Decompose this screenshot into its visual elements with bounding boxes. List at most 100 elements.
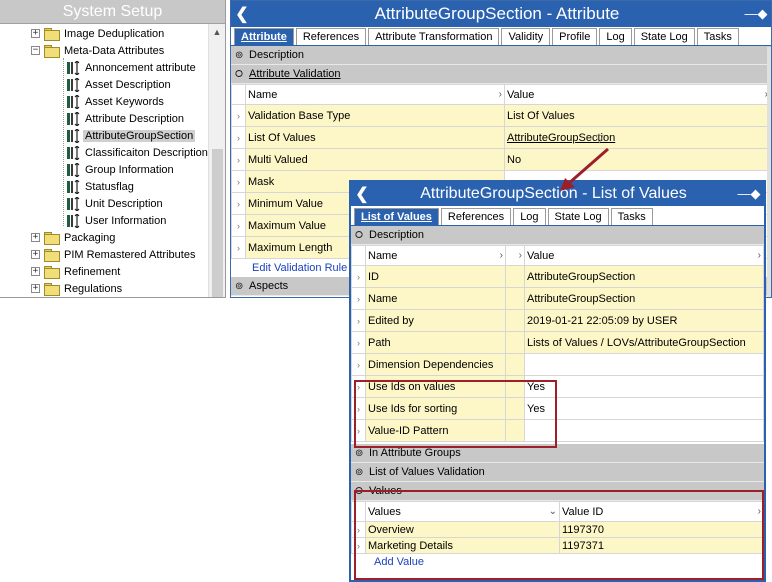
tree-item[interactable]: − Meta-Data Attributes [31, 42, 166, 59]
table-row[interactable]: › Use Ids for sorting Yes [351, 397, 764, 420]
tab-attribute[interactable]: Attribute [234, 28, 294, 45]
property-value[interactable]: List Of Values [504, 104, 771, 127]
column-header-name[interactable]: Name › [245, 84, 505, 105]
tree-item[interactable]: Classificaiton Description [66, 144, 210, 161]
table-row[interactable]: › Edited by 2019-01-21 22:05:09 by USER [351, 309, 764, 332]
tree-item[interactable]: Annoncement attribute [66, 59, 198, 76]
table-row[interactable]: › Multi Valued No [231, 148, 771, 171]
table-row[interactable]: › Validation Base Type List Of Values [231, 104, 771, 127]
tab-log[interactable]: Log [513, 208, 546, 225]
tab-list-of-values[interactable]: List of Values [354, 208, 439, 225]
chevron-right-icon[interactable]: › [231, 126, 246, 149]
vertical-scrollbar[interactable]: ▲ [208, 24, 225, 297]
chevron-right-icon[interactable]: › [231, 104, 246, 127]
chevron-right-icon[interactable]: › [231, 214, 246, 237]
value-id[interactable]: 1197370 [559, 521, 764, 538]
chevron-right-icon[interactable]: › [351, 309, 366, 332]
tab-references[interactable]: References [440, 208, 512, 225]
table-row[interactable]: › Use Ids on values Yes [351, 375, 764, 398]
tree-item[interactable]: Asset Keywords [66, 93, 166, 110]
tab-tasks[interactable]: Tasks [696, 28, 739, 45]
expand-icon[interactable]: + [31, 233, 40, 242]
column-header-name[interactable]: Name › [365, 245, 506, 266]
section-description[interactable]: ⊚ Description [231, 46, 771, 65]
chevron-right-icon[interactable]: › [351, 353, 366, 376]
chevron-right-icon[interactable]: › [231, 148, 246, 171]
column-header-value[interactable]: Value› [524, 245, 764, 266]
expand-icon[interactable]: + [31, 250, 40, 259]
tab-attribute-transformation[interactable]: Attribute Transformation [368, 28, 500, 45]
chevron-left-icon[interactable]: ❮ [231, 4, 253, 24]
collapse-icon[interactable]: ⭘ [355, 230, 366, 241]
value-name[interactable]: Marketing Details [365, 537, 560, 554]
property-value[interactable]: AttributeGroupSection [524, 265, 764, 288]
section-attribute-validation[interactable]: ⭘ Attribute Validation [231, 65, 771, 84]
tree-item[interactable]: AttributeGroupSection [66, 127, 196, 144]
chevron-right-icon[interactable]: › [351, 265, 366, 288]
expand-icon[interactable]: ⊚ [235, 50, 246, 61]
property-value[interactable]: Yes [524, 375, 764, 398]
expand-icon[interactable]: ⊚ [235, 281, 246, 292]
expand-icon[interactable]: + [31, 284, 40, 293]
property-value[interactable]: Lists of Values / LOVs/AttributeGroupSec… [524, 331, 764, 354]
tree-item[interactable]: + Refinement [31, 263, 122, 280]
tab-log[interactable]: Log [599, 28, 632, 45]
tab-references[interactable]: References [295, 28, 367, 45]
scrollbar-thumb[interactable] [212, 149, 223, 297]
pin-icon[interactable]: —◆ [734, 186, 764, 202]
expand-icon[interactable]: ⊚ [355, 467, 366, 478]
chevron-left-icon[interactable]: ❮ [351, 184, 373, 204]
table-row[interactable]: › Name AttributeGroupSection [351, 287, 764, 310]
tab-state-log[interactable]: State Log [547, 208, 609, 225]
section-description[interactable]: ⭘ Description [351, 226, 764, 245]
property-value[interactable]: 2019-01-21 22:05:09 by USER [524, 309, 764, 332]
section-lov-validation[interactable]: ⊚ List of Values Validation [351, 463, 764, 482]
property-value[interactable]: AttributeGroupSection [524, 287, 764, 310]
property-value[interactable] [524, 419, 764, 442]
chevron-right-icon[interactable]: › [351, 331, 366, 354]
collapse-icon[interactable]: ⭘ [355, 486, 366, 497]
chevron-right-icon[interactable]: › [351, 521, 366, 538]
value-name[interactable]: Overview [365, 521, 560, 538]
table-row[interactable]: › Path Lists of Values / LOVs/AttributeGro… [351, 331, 764, 354]
tab-validity[interactable]: Validity [501, 28, 551, 45]
add-value-link[interactable]: Add Value [374, 556, 424, 568]
expand-icon[interactable]: + [31, 267, 40, 276]
table-row[interactable]: › Value-ID Pattern [351, 419, 764, 442]
scroll-up-icon[interactable]: ▲ [209, 24, 225, 41]
vertical-scrollbar[interactable] [767, 47, 771, 297]
expand-icon[interactable]: ⊚ [355, 448, 366, 459]
tree-item[interactable]: Group Information [66, 161, 176, 178]
tree-item[interactable]: + Image Deduplication [31, 25, 166, 42]
tab-tasks[interactable]: Tasks [610, 208, 653, 225]
expand-icon[interactable]: + [31, 29, 40, 38]
section-values[interactable]: ⭘ Values [351, 482, 764, 501]
table-row[interactable]: › Marketing Details 1197371 [351, 537, 764, 554]
chevron-right-icon[interactable]: › [351, 375, 366, 398]
collapse-icon[interactable]: − [31, 46, 40, 55]
chevron-right-icon[interactable]: › [351, 419, 366, 442]
tree-item[interactable]: Asset Description [66, 76, 173, 93]
edit-validation-rule-link[interactable]: Edit Validation Rule [252, 262, 347, 274]
table-row[interactable]: › Dimension Dependencies [351, 353, 764, 376]
chevron-right-icon[interactable]: › [351, 287, 366, 310]
property-value[interactable]: AttributeGroupSection ▽ [504, 126, 771, 149]
property-value[interactable]: Yes [524, 397, 764, 420]
tree-item[interactable]: User Information [66, 212, 168, 229]
value-id[interactable]: 1197371 [559, 537, 764, 554]
table-row[interactable]: › List Of Values AttributeGroupSection ▽ [231, 126, 771, 149]
chevron-right-icon[interactable]: › [231, 236, 246, 259]
table-row[interactable]: › Overview 1197370 [351, 521, 764, 538]
tree-item[interactable]: Statusflag [66, 178, 136, 195]
column-header-value[interactable]: Value› [504, 84, 771, 105]
collapse-icon[interactable]: ⭘ [235, 69, 246, 80]
chevron-right-icon[interactable]: › [231, 192, 246, 215]
tree-item[interactable]: Unit Description [66, 195, 165, 212]
property-value[interactable] [524, 353, 764, 376]
property-value[interactable]: No [504, 148, 771, 171]
tab-profile[interactable]: Profile [552, 28, 598, 45]
column-header-value-id[interactable]: Value ID › [559, 501, 764, 522]
tree-item[interactable]: + PIM Remastered Attributes [31, 246, 197, 263]
tree-item[interactable]: + Regulations [31, 280, 124, 297]
chevron-right-icon[interactable]: › [231, 170, 246, 193]
